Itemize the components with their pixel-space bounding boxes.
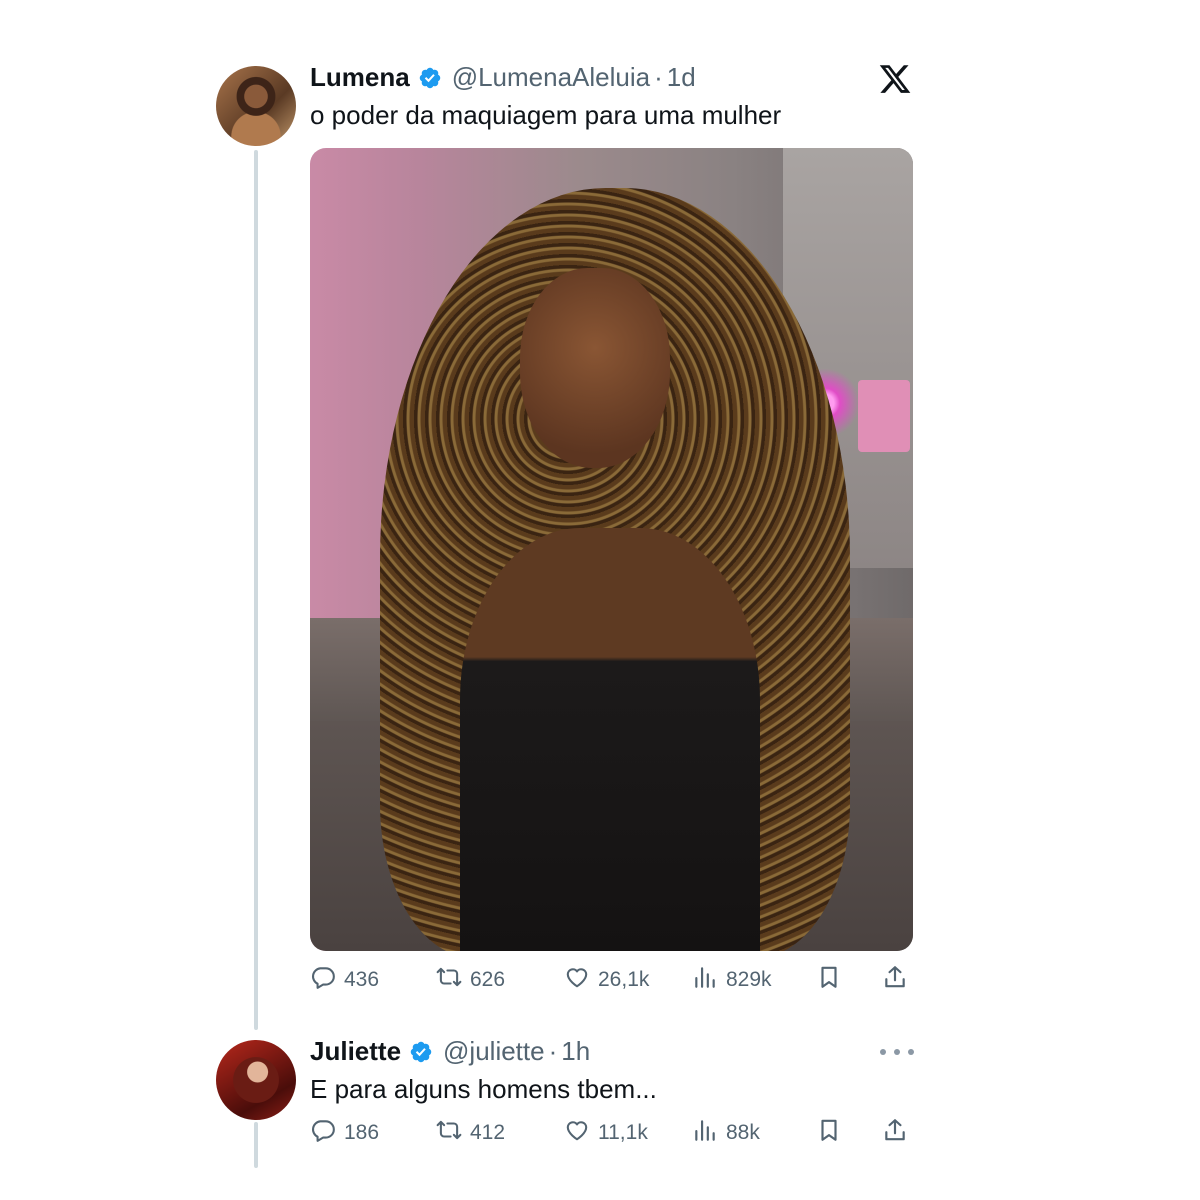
retweet-button[interactable]: 626: [436, 964, 505, 996]
retweet-button[interactable]: 412: [436, 1117, 505, 1149]
retweet-count: 626: [470, 968, 506, 991]
views-icon: [692, 964, 718, 996]
author-handle[interactable]: @LumenaAleluia: [452, 62, 650, 93]
views-button[interactable]: 829k: [692, 964, 772, 996]
retweet-count: 412: [470, 1121, 506, 1144]
tweet-text: o poder da maquiagem para uma mulher: [310, 100, 782, 130]
x-logo-icon[interactable]: [878, 62, 912, 96]
tweet-actions: 436 626 26,1k 829k: [310, 964, 913, 998]
views-count: 829k: [726, 968, 772, 991]
views-icon: [692, 1117, 718, 1149]
bookmark-icon: [816, 1117, 842, 1149]
views-button[interactable]: 88k: [692, 1117, 760, 1149]
more-icon[interactable]: [880, 1042, 914, 1062]
reply-icon: [310, 1117, 336, 1149]
more-dot: [880, 1049, 886, 1055]
meta-separator: ·: [654, 62, 663, 92]
more-dot: [908, 1049, 914, 1055]
author-name[interactable]: Juliette: [310, 1036, 401, 1067]
share-button[interactable]: [882, 1117, 908, 1149]
reply-button[interactable]: 436: [310, 964, 379, 996]
reply-button[interactable]: 186: [310, 1117, 379, 1149]
views-count: 88k: [726, 1121, 760, 1144]
tweet-thread: Lumena @LumenaAleluia · 1d o poder da ma…: [0, 0, 1200, 1200]
meta-separator: ·: [548, 1036, 558, 1066]
bookmark-icon: [816, 964, 842, 996]
avatar-juliette[interactable]: [216, 1040, 296, 1120]
retweet-icon: [436, 1117, 462, 1149]
reply-actions: 186 412 11,1k 88k: [310, 1117, 913, 1151]
thread-connector-line-bottom: [254, 1122, 258, 1168]
reply-count: 436: [344, 968, 380, 991]
share-icon: [882, 964, 908, 996]
share-icon: [882, 1117, 908, 1149]
photo-figure-face: [520, 268, 670, 468]
author-handle[interactable]: @juliette: [443, 1036, 545, 1067]
author-name[interactable]: Lumena: [310, 62, 410, 93]
tweet-photo[interactable]: [310, 148, 913, 951]
like-button[interactable]: 11,1k: [564, 1117, 648, 1149]
tweet-timestamp[interactable]: 1d: [667, 62, 696, 93]
reply-icon: [310, 964, 336, 996]
heart-icon: [564, 964, 590, 996]
reply-text: E para alguns homens tbem...: [310, 1074, 657, 1104]
reply-count: 186: [344, 1121, 380, 1144]
avatar-lumena[interactable]: [216, 66, 296, 146]
retweet-icon: [436, 964, 462, 996]
bookmark-button[interactable]: [816, 964, 842, 996]
more-dot: [894, 1049, 900, 1055]
like-button[interactable]: 26,1k: [564, 964, 649, 996]
photo-figure-body: [460, 528, 760, 951]
verified-badge-icon: [409, 1040, 433, 1064]
thread-connector-line: [254, 150, 258, 1030]
reply-timestamp[interactable]: 1h: [561, 1036, 590, 1067]
tweet-header: Lumena @LumenaAleluia · 1d: [310, 62, 696, 93]
like-count: 26,1k: [598, 968, 650, 991]
heart-icon: [564, 1117, 590, 1149]
share-button[interactable]: [882, 964, 908, 996]
like-count: 11,1k: [598, 1121, 648, 1144]
verified-badge-icon: [418, 66, 442, 90]
reply-header: Juliette @juliette · 1h: [310, 1036, 590, 1067]
photo-pink-monitor: [858, 380, 910, 452]
bookmark-button[interactable]: [816, 1117, 842, 1149]
